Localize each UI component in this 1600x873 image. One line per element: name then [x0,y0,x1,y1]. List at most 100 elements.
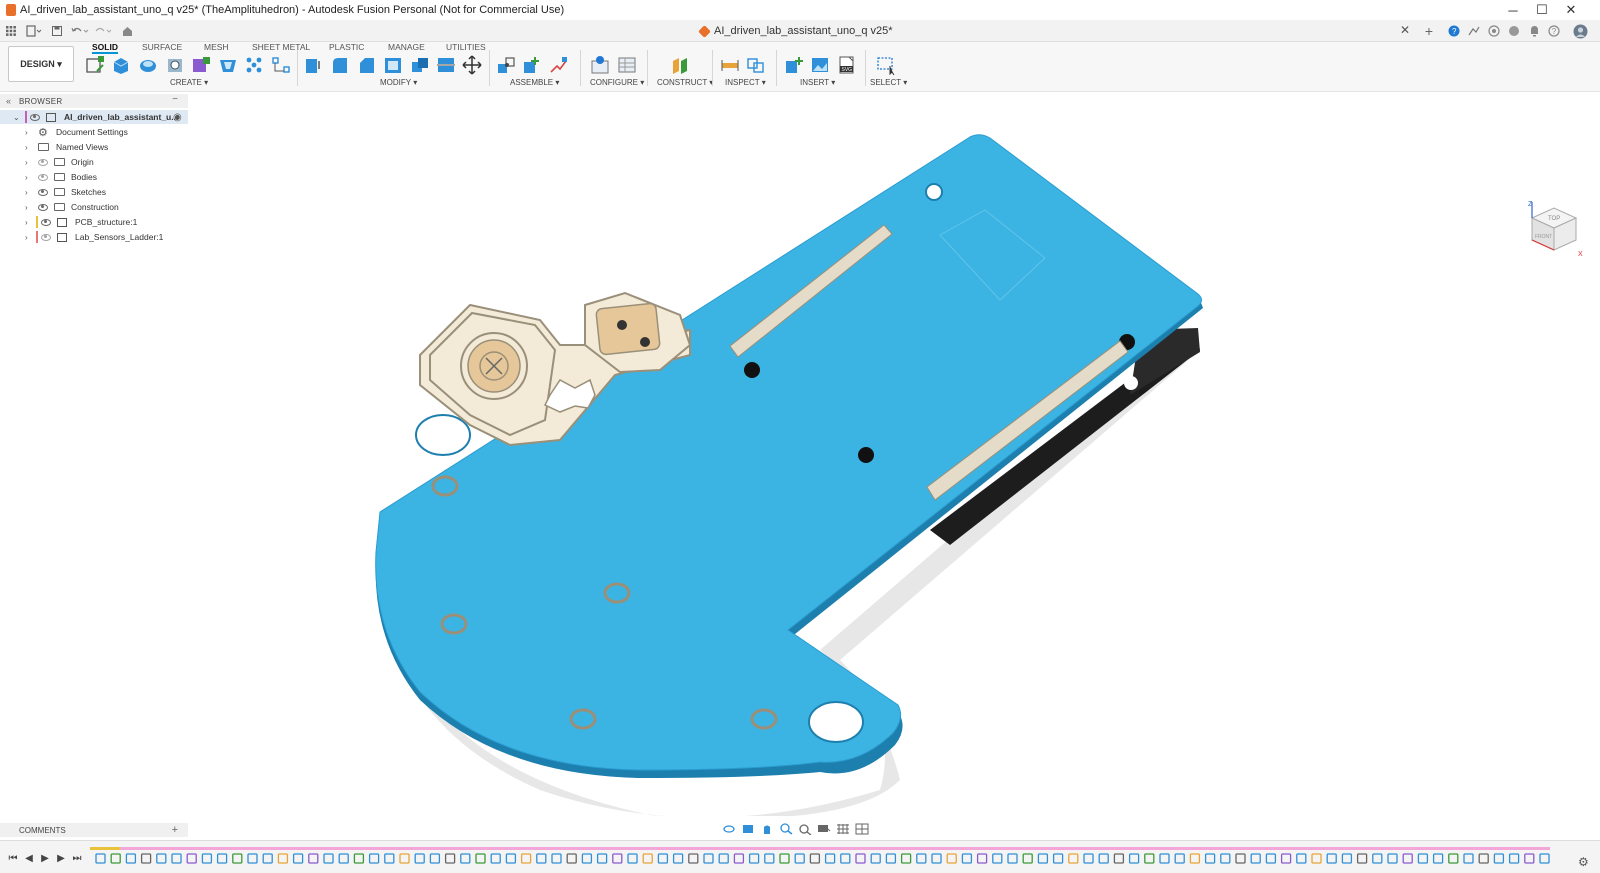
tree-item-sketches[interactable]: › Sketches [0,185,188,199]
timeline-feature-icon[interactable] [1326,853,1337,864]
timeline-feature-icon[interactable] [1493,853,1505,864]
pan-icon[interactable] [760,823,774,835]
timeline-feature-icon[interactable] [353,853,365,864]
insert-svg-icon[interactable]: SVG [837,55,857,75]
timeline-feature-icon[interactable] [946,853,957,864]
timeline-feature-icon[interactable] [1037,853,1049,864]
timeline-feature-icon[interactable] [520,853,532,864]
view-cube[interactable]: TOP FRONT Z X [1518,198,1590,258]
timeline-feature-icon[interactable] [1113,853,1125,864]
timeline-feature-icon[interactable] [855,853,866,864]
combine-icon[interactable] [410,55,430,75]
tab-plastic[interactable]: PLASTIC [329,42,364,54]
timeline-feature-icon[interactable] [733,853,745,864]
tab-mesh[interactable]: MESH [204,42,229,54]
timeline-settings-gear-icon[interactable]: ⚙ [1578,855,1589,869]
timeline-feature-icon[interactable] [1144,853,1155,864]
tab-sheet-metal[interactable]: SHEET METAL [252,42,310,54]
tab-surface[interactable]: SURFACE [142,42,182,54]
user-avatar[interactable] [1572,23,1588,39]
online-status-icon[interactable] [1487,23,1501,39]
timeline-feature-icon[interactable] [1539,853,1550,864]
chevron-right-icon[interactable]: › [25,128,28,137]
visibility-eye-icon[interactable] [38,158,48,166]
help-icon[interactable]: ? [1547,23,1561,39]
configure-group-label[interactable]: CONFIGURE ▾ [590,78,644,87]
timeline-track[interactable] [90,847,1570,869]
as-built-joint-icon[interactable] [522,55,542,75]
timeline-feature-icon[interactable] [1265,853,1277,864]
timeline-feature-icon[interactable] [1432,853,1444,864]
timeline-feature-icon[interactable] [840,853,851,864]
shell-icon[interactable] [218,55,238,75]
chevron-down-icon[interactable]: ⌄ [13,113,20,122]
chamfer-icon[interactable] [357,55,377,75]
press-pull-icon[interactable] [303,55,323,75]
modify-group-label[interactable]: MODIFY ▾ [380,78,417,87]
visibility-eye-icon[interactable] [41,218,51,226]
timeline-feature-icon[interactable] [475,853,486,864]
hole-icon[interactable] [165,55,185,75]
move-copy-icon[interactable] [462,55,482,75]
redo-icon[interactable] [93,23,113,39]
zoom-icon[interactable] [779,823,793,835]
chevron-right-icon[interactable]: › [25,218,28,227]
timeline-feature-icon[interactable] [718,853,729,864]
timeline-feature-icon[interactable] [1174,853,1185,864]
timeline-feature-icon[interactable] [1220,853,1231,864]
timeline-feature-icon[interactable] [748,853,760,864]
timeline-feature-icon[interactable] [566,853,577,864]
timeline-feature-icon[interactable] [642,853,653,864]
timeline-feature-icon[interactable] [1448,853,1459,864]
chevron-right-icon[interactable]: › [25,233,28,242]
timeline-feature-icon[interactable] [384,853,395,864]
timeline-feature-icon[interactable] [870,853,881,864]
workspace-switcher[interactable]: DESIGN ▾ [8,46,74,82]
timeline-feature-icon[interactable] [1356,853,1368,864]
fit-icon[interactable] [798,823,812,836]
offset-plane-icon[interactable] [670,55,690,75]
timeline-feature-icon[interactable] [1083,853,1094,864]
tree-item-origin[interactable]: › Origin [0,155,188,169]
timeline-feature-icon[interactable] [809,853,821,864]
play-icon[interactable]: ▶ [38,853,52,864]
timeline-feature-icon[interactable] [95,853,106,864]
timeline-feature-icon[interactable] [1159,853,1170,864]
timeline-feature-icon[interactable] [171,853,182,864]
timeline-feature-icon[interactable] [596,853,608,864]
timeline-feature-icon[interactable] [1463,853,1474,864]
maximize-button[interactable]: ☐ [1527,0,1557,20]
visibility-eye-icon[interactable] [41,233,51,241]
add-comment-icon[interactable]: + [172,824,178,836]
revolve-icon[interactable] [138,55,158,75]
timeline-feature-icon[interactable] [1007,853,1018,864]
timeline-feature-icon[interactable] [1296,853,1307,864]
select-window-icon[interactable] [876,55,896,76]
timeline-feature-icon[interactable] [308,853,319,864]
insert-derive-icon[interactable] [784,55,804,75]
chevron-right-icon[interactable]: › [25,143,28,152]
visibility-eye-icon[interactable] [38,173,48,181]
job-status-icon[interactable] [1467,23,1481,39]
assemble-group-label[interactable]: ASSEMBLE ▾ [510,78,559,87]
timeline-feature-icon[interactable] [1417,853,1429,864]
timeline-feature-icon[interactable] [505,853,517,864]
motion-link-icon[interactable] [548,55,568,75]
new-component-icon[interactable] [191,55,211,75]
timeline-feature-icon[interactable] [824,853,836,864]
visibility-eye-icon[interactable] [30,113,40,121]
timeline-feature-icon[interactable] [672,853,684,864]
timeline-feature-icon[interactable] [779,853,790,864]
extensions-icon[interactable] [1507,23,1521,39]
mirror-icon[interactable] [271,55,291,75]
close-window-button[interactable]: ✕ [1556,0,1586,20]
timeline-feature-icon[interactable] [961,853,973,864]
timeline-feature-icon[interactable] [885,853,897,864]
tree-item-construction[interactable]: › Construction [0,200,188,214]
timeline-feature-icon[interactable] [1068,853,1079,864]
app-grid-icon[interactable] [4,23,18,39]
timeline-feature-icon[interactable] [1402,853,1413,864]
tree-item-bodies[interactable]: › Bodies [0,170,188,184]
model-canvas[interactable] [0,94,1600,819]
timeline-feature-icon[interactable] [900,853,912,864]
